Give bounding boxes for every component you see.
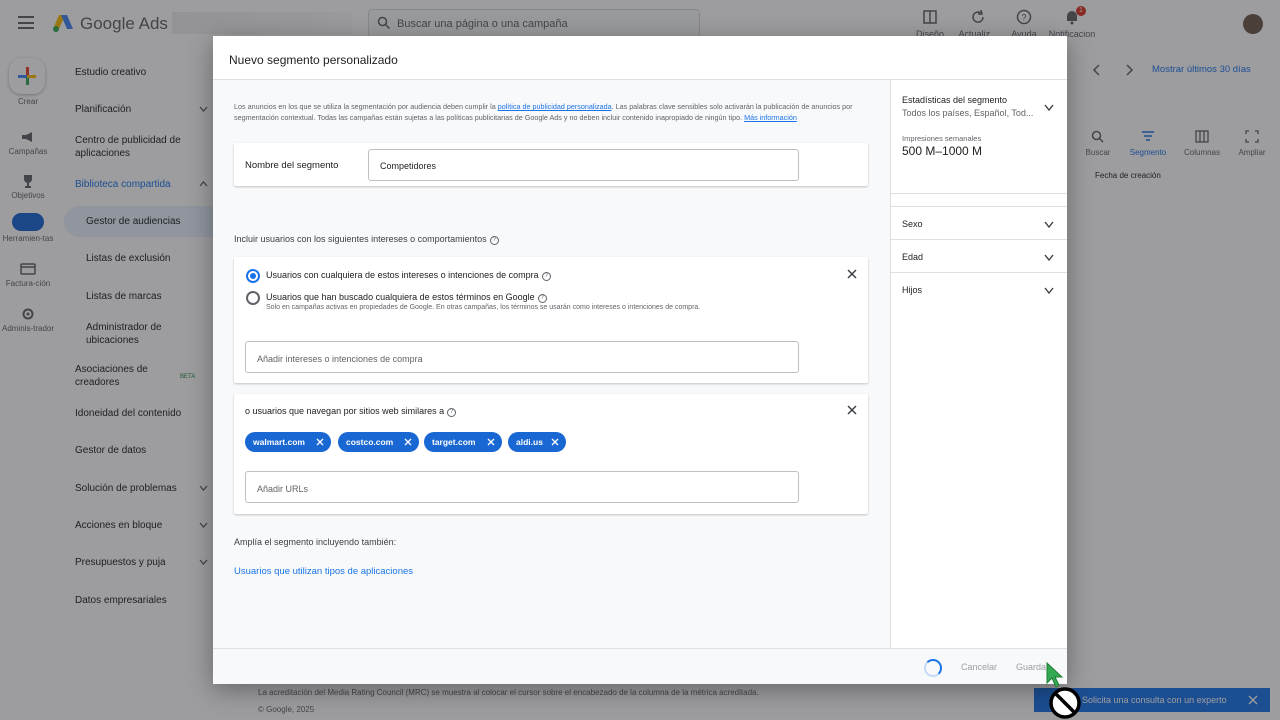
urls-placeholder: Añadir URLs xyxy=(257,484,309,494)
dialog-footer: Cancelar Guardar xyxy=(213,648,1067,684)
dialog-body: Los anuncios en los que se utiliza la se… xyxy=(213,80,890,648)
chevron-down-icon[interactable] xyxy=(1044,104,1054,111)
stats-section-children[interactable]: Hijos xyxy=(891,273,1067,306)
policy-notice-text-1: Los anuncios en los que se utiliza la se… xyxy=(234,102,498,111)
url-chip[interactable]: aldi.us xyxy=(508,432,566,452)
radio-searched-note: Solo en campañas activas en propiedades … xyxy=(266,304,701,311)
impressions-value: 500 M–1000 M xyxy=(902,144,983,158)
close-icon[interactable] xyxy=(551,438,559,446)
policy-notice: Los anuncios en los que se utiliza la se… xyxy=(234,101,864,123)
interests-card: Usuarios con cualquiera de estos interes… xyxy=(234,257,868,383)
stats-section[interactable]: Estadísticas del segmento Todos los país… xyxy=(891,80,1067,194)
chevron-down-icon[interactable] xyxy=(1044,254,1054,261)
dialog-title: Nuevo segmento personalizado xyxy=(229,53,398,67)
close-icon[interactable] xyxy=(487,438,495,446)
include-users-label: Incluir usuarios con los siguientes inte… xyxy=(234,234,499,245)
app-types-link[interactable]: Usuarios que utilizan tipos de aplicacio… xyxy=(234,566,413,577)
segment-stats-panel: Estadísticas del segmento Todos los país… xyxy=(890,80,1067,648)
include-users-text: Incluir usuarios con los siguientes inte… xyxy=(234,234,487,244)
stats-sex-label: Sexo xyxy=(902,219,923,229)
radio-interests-text: Usuarios con cualquiera de estos interes… xyxy=(266,270,539,280)
loading-spinner-icon xyxy=(924,659,942,677)
similar-sites-text: o usuarios que navegan por sitios web si… xyxy=(245,406,445,416)
interests-input[interactable]: Añadir intereses o intenciones de compra xyxy=(245,341,799,373)
segment-name-value: Competidores xyxy=(380,161,437,171)
close-icon[interactable] xyxy=(404,438,412,446)
segment-name-card: Nombre del segmento Competidores xyxy=(234,143,868,186)
expand-segment-label: Amplía el segmento incluyendo también: xyxy=(234,537,397,547)
radio-interests-label: Usuarios con cualquiera de estos interes… xyxy=(266,270,551,281)
custom-segment-dialog: Nuevo segmento personalizado Los anuncio… xyxy=(213,36,1067,684)
segment-name-label: Nombre del segmento xyxy=(245,160,339,171)
radio-searched-text: Usuarios que han buscado cualquiera de e… xyxy=(266,292,535,302)
chevron-down-icon[interactable] xyxy=(1044,287,1054,294)
similar-sites-card: o usuarios que navegan por sitios web si… xyxy=(234,394,868,514)
radio-interests[interactable] xyxy=(246,269,260,283)
url-chip[interactable]: costco.com xyxy=(338,432,419,452)
personalized-ads-policy-link[interactable]: política de publicidad personalizada xyxy=(498,102,612,111)
similar-sites-label: o usuarios que navegan por sitios web si… xyxy=(245,406,457,417)
dialog-header: Nuevo segmento personalizado xyxy=(213,36,1067,80)
impressions-label: Impresiones semanales xyxy=(902,134,982,143)
stats-section-sex[interactable]: Sexo xyxy=(891,207,1067,240)
cancel-button[interactable]: Cancelar xyxy=(961,662,997,672)
radio-searched[interactable] xyxy=(246,291,260,305)
help-icon[interactable]: ? xyxy=(537,294,547,303)
stats-age-label: Edad xyxy=(902,252,924,262)
help-icon[interactable]: ? xyxy=(447,408,457,417)
help-icon[interactable]: ? xyxy=(541,272,551,281)
close-icon[interactable] xyxy=(316,438,324,446)
learn-more-link[interactable]: Más información xyxy=(744,113,797,122)
not-allowed-cursor-icon xyxy=(1046,661,1081,719)
url-chip-label: costco.com xyxy=(346,437,394,447)
close-icon[interactable] xyxy=(846,268,858,280)
chevron-down-icon[interactable] xyxy=(1044,221,1054,228)
stats-children-label: Hijos xyxy=(902,285,923,295)
stats-title: Estadísticas del segmento xyxy=(902,95,1008,105)
urls-input[interactable]: Añadir URLs xyxy=(245,471,799,503)
url-chip-label: target.com xyxy=(432,437,476,447)
radio-searched-label: Usuarios que han buscado cualquiera de e… xyxy=(266,292,547,303)
stats-section-age[interactable]: Edad xyxy=(891,240,1067,273)
url-chip[interactable]: target.com xyxy=(424,432,502,452)
close-icon[interactable] xyxy=(846,404,858,416)
segment-name-input[interactable]: Competidores xyxy=(368,149,799,181)
url-chip-label: aldi.us xyxy=(516,437,543,447)
url-chip-label: walmart.com xyxy=(253,437,305,447)
url-chip[interactable]: walmart.com xyxy=(245,432,331,452)
stats-subtitle: Todos los países, Español, Tod... xyxy=(902,108,1034,118)
interests-placeholder: Añadir intereses o intenciones de compra xyxy=(257,354,423,364)
help-icon[interactable]: ? xyxy=(489,236,499,245)
